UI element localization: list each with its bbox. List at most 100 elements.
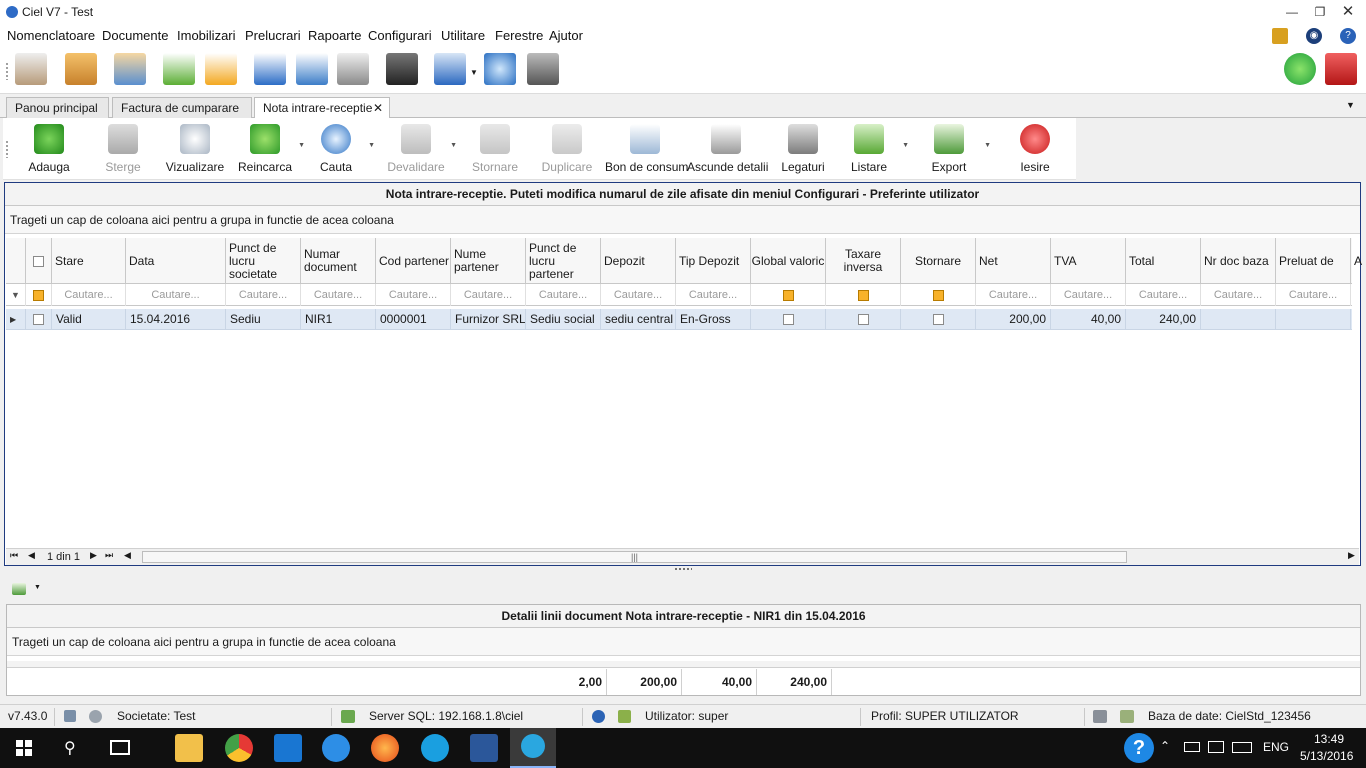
column-header-tip-depozit[interactable]: Tip Depozit	[676, 238, 751, 284]
cell-depozit[interactable]: sediu central	[601, 309, 676, 330]
column-header-preluat-de[interactable]: Preluat de	[1276, 238, 1351, 284]
filter-depozit[interactable]: Cautare...	[601, 284, 676, 306]
cell-global-valoric[interactable]	[751, 309, 826, 330]
battery-icon[interactable]	[1184, 742, 1200, 752]
last-page-icon[interactable]: ⏭	[105, 550, 113, 561]
cell-nr-doc-baza[interactable]	[1201, 309, 1276, 330]
cell-preluat-de[interactable]	[1276, 309, 1351, 330]
tab-factura-de-cumparare[interactable]: Factura de cumparare	[112, 97, 252, 118]
filter-net[interactable]: Cautare...	[976, 284, 1051, 306]
windows-start-icon[interactable]	[16, 740, 32, 756]
printer-dropdown-icon[interactable]: ▼	[470, 68, 478, 77]
select-all-checkbox[interactable]	[26, 238, 52, 284]
chat-icon[interactable]	[1284, 53, 1316, 85]
cell-tip-depozit[interactable]: En-Gross	[676, 309, 751, 330]
spreadsheet-icon[interactable]	[12, 583, 26, 595]
people-icon[interactable]	[1272, 28, 1288, 44]
skype-icon[interactable]	[421, 734, 449, 762]
menu-ajutor[interactable]: Ajutor	[549, 28, 583, 43]
minimize-button[interactable]: —	[1278, 2, 1306, 22]
cell-punct-lucru-partener[interactable]: Sediu social	[526, 309, 601, 330]
hide-details-button[interactable]: Ascunde detalii	[687, 118, 768, 180]
column-header-punct-lucru-partener[interactable]: Punct de lucru partener	[526, 238, 601, 284]
support-icon[interactable]: ◉	[1306, 28, 1322, 44]
reload-button[interactable]: Reincarca ▼	[231, 118, 305, 180]
chevron-up-icon[interactable]: ⌃	[1160, 739, 1170, 753]
filter-cod-partener[interactable]: Cautare...	[376, 284, 451, 306]
close-button[interactable]: ✕	[1334, 2, 1362, 22]
storno-button[interactable]: Stornare	[463, 118, 527, 180]
column-header-numar-document[interactable]: Numar document	[301, 238, 376, 284]
export-button[interactable]: Export ▼	[917, 118, 991, 180]
filter-nume-partener[interactable]: Cautare...	[451, 284, 526, 306]
splitter-handle[interactable]	[674, 567, 692, 571]
search-icon[interactable]	[484, 53, 516, 85]
filter-nr-doc-baza[interactable]: Cautare...	[1201, 284, 1276, 306]
cell-punct-lucru-societate[interactable]: Sediu	[226, 309, 301, 330]
devalidate-button[interactable]: Devalidare ▼	[383, 118, 457, 180]
chrome-icon[interactable]	[225, 734, 253, 762]
row-select-checkbox[interactable]	[26, 309, 52, 330]
column-header-punct-lucru-societate[interactable]: Punct de lucru societate	[226, 238, 301, 284]
duplicate-button[interactable]: Duplicare	[535, 118, 599, 180]
first-page-icon[interactable]: ⏮	[10, 550, 18, 561]
export-dropdown-icon[interactable]: ▼	[984, 142, 991, 149]
tab-nota-intrare-receptie[interactable]: Nota intrare-receptie ✕	[254, 97, 390, 119]
next-page-icon[interactable]: ▶	[90, 550, 97, 561]
tab-close-icon[interactable]: ✕	[373, 101, 383, 115]
task-view-icon[interactable]	[110, 740, 130, 755]
prev-page-icon[interactable]: ◀	[28, 550, 35, 561]
menu-ferestre[interactable]: Ferestre	[495, 28, 543, 43]
search-dropdown-icon[interactable]: ▼	[368, 142, 375, 149]
column-header-nume-partener[interactable]: Nume partener	[451, 238, 526, 284]
ribbon-grip[interactable]	[5, 140, 9, 158]
column-header-depozit[interactable]: Depozit	[601, 238, 676, 284]
notification-icon[interactable]	[1208, 741, 1224, 753]
column-header-nr-doc-baza[interactable]: Nr doc baza	[1201, 238, 1276, 284]
filter-punct-lucru-societate[interactable]: Cautare...	[226, 284, 301, 306]
column-header-data[interactable]: Data	[126, 238, 226, 284]
filter-select-checkbox[interactable]	[26, 284, 52, 306]
printer-icon[interactable]	[434, 53, 466, 85]
clock-time[interactable]: 13:49	[1314, 732, 1344, 746]
document-upload-icon[interactable]	[254, 53, 286, 85]
filter-preluat-de[interactable]: Cautare...	[1276, 284, 1351, 306]
calculator-icon[interactable]	[527, 53, 559, 85]
column-header-stare[interactable]: Stare	[52, 238, 126, 284]
toolbar-grip[interactable]	[5, 62, 9, 80]
cell-numar-document[interactable]: NIR1	[301, 309, 376, 330]
word-icon[interactable]	[470, 734, 498, 762]
menu-rapoarte[interactable]: Rapoarte	[308, 28, 361, 43]
ciel-taskbar-button[interactable]	[510, 728, 556, 768]
group-panel[interactable]: Trageti un cap de coloana aici pentru a …	[5, 206, 1360, 234]
edge-icon[interactable]	[274, 734, 302, 762]
filter-tva[interactable]: Cautare...	[1051, 284, 1126, 306]
detail-toolbar-dropdown-icon[interactable]: ▼	[34, 584, 41, 591]
filter-data[interactable]: Cautare...	[126, 284, 226, 306]
help-icon[interactable]: ?	[1340, 28, 1356, 44]
tab-panou-principal[interactable]: Panou principal	[6, 97, 109, 118]
menu-prelucrari[interactable]: Prelucrari	[245, 28, 301, 43]
clock-date[interactable]: 5/13/2016	[1300, 749, 1353, 763]
filter-tip-depozit[interactable]: Cautare...	[676, 284, 751, 306]
cell-stornare[interactable]	[901, 309, 976, 330]
menu-imobilizari[interactable]: Imobilizari	[177, 28, 236, 43]
view-button[interactable]: Vizualizare	[163, 118, 227, 180]
filter-total[interactable]: Cautare...	[1126, 284, 1201, 306]
column-header-stornare[interactable]: Stornare	[901, 238, 976, 284]
cell-cod-partener[interactable]: 0000001	[376, 309, 451, 330]
menu-documente[interactable]: Documente	[102, 28, 168, 43]
cell-taxare-inversa[interactable]	[826, 309, 901, 330]
scanner-icon[interactable]	[386, 53, 418, 85]
links-button[interactable]: Legaturi	[771, 118, 835, 180]
column-header-global-valoric[interactable]: Global valoric	[751, 238, 826, 284]
menu-nomenclatoare[interactable]: Nomenclatoare	[7, 28, 95, 43]
users-icon[interactable]	[114, 53, 146, 85]
menu-utilitare[interactable]: Utilitare	[441, 28, 485, 43]
document-in-icon[interactable]	[163, 53, 195, 85]
tabs-dropdown-icon[interactable]: ▼	[1346, 100, 1355, 110]
scroll-left-icon[interactable]: ◀	[124, 550, 131, 561]
filter-stare[interactable]: Cautare...	[52, 284, 126, 306]
cell-tva[interactable]: 40,00	[1051, 309, 1126, 330]
cell-net[interactable]: 200,00	[976, 309, 1051, 330]
